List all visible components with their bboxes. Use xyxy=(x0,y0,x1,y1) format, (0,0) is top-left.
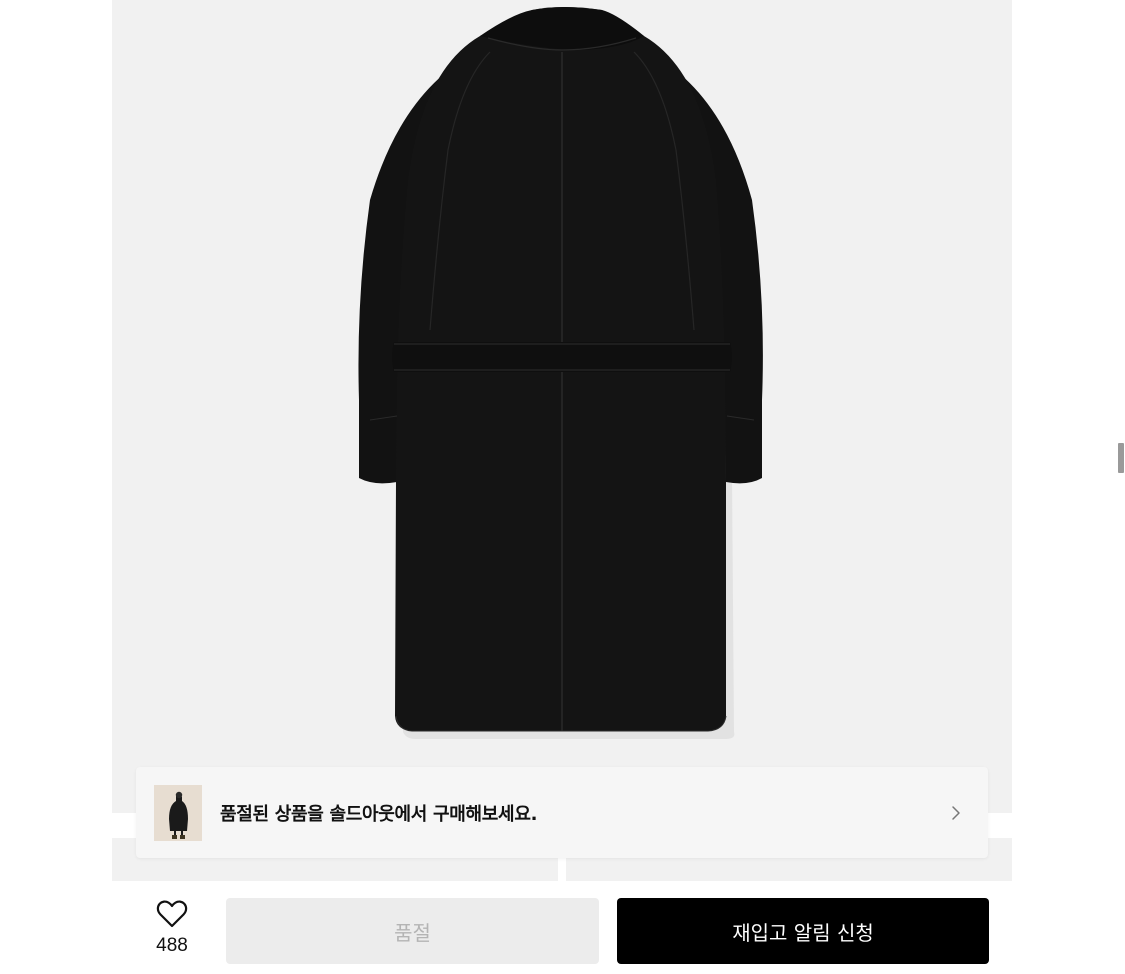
coat-illustration xyxy=(358,7,763,739)
like-button[interactable]: 488 xyxy=(142,899,202,961)
purchase-action-bar: 488 품절 재입고 알림 신청 xyxy=(112,881,1012,974)
soldout-button[interactable]: 품절 xyxy=(226,898,599,964)
product-detail-page: 품절된 상품을 솔드아웃에서 구매해보세요. 488 품절 재입고 알림 신청 xyxy=(0,0,1125,974)
restock-alert-button[interactable]: 재입고 알림 신청 xyxy=(617,898,989,964)
like-count: 488 xyxy=(156,935,188,956)
scrollbar-thumb[interactable] xyxy=(1118,443,1124,473)
chevron-right-icon xyxy=(952,805,960,820)
product-image[interactable] xyxy=(112,0,1012,813)
heart-icon xyxy=(156,900,188,928)
soldout-marketplace-banner[interactable]: 품절된 상품을 솔드아웃에서 구매해보세요. xyxy=(136,767,988,858)
banner-message: 품절된 상품을 솔드아웃에서 구매해보세요. xyxy=(220,803,538,825)
banner-thumbnail-image xyxy=(154,784,202,841)
